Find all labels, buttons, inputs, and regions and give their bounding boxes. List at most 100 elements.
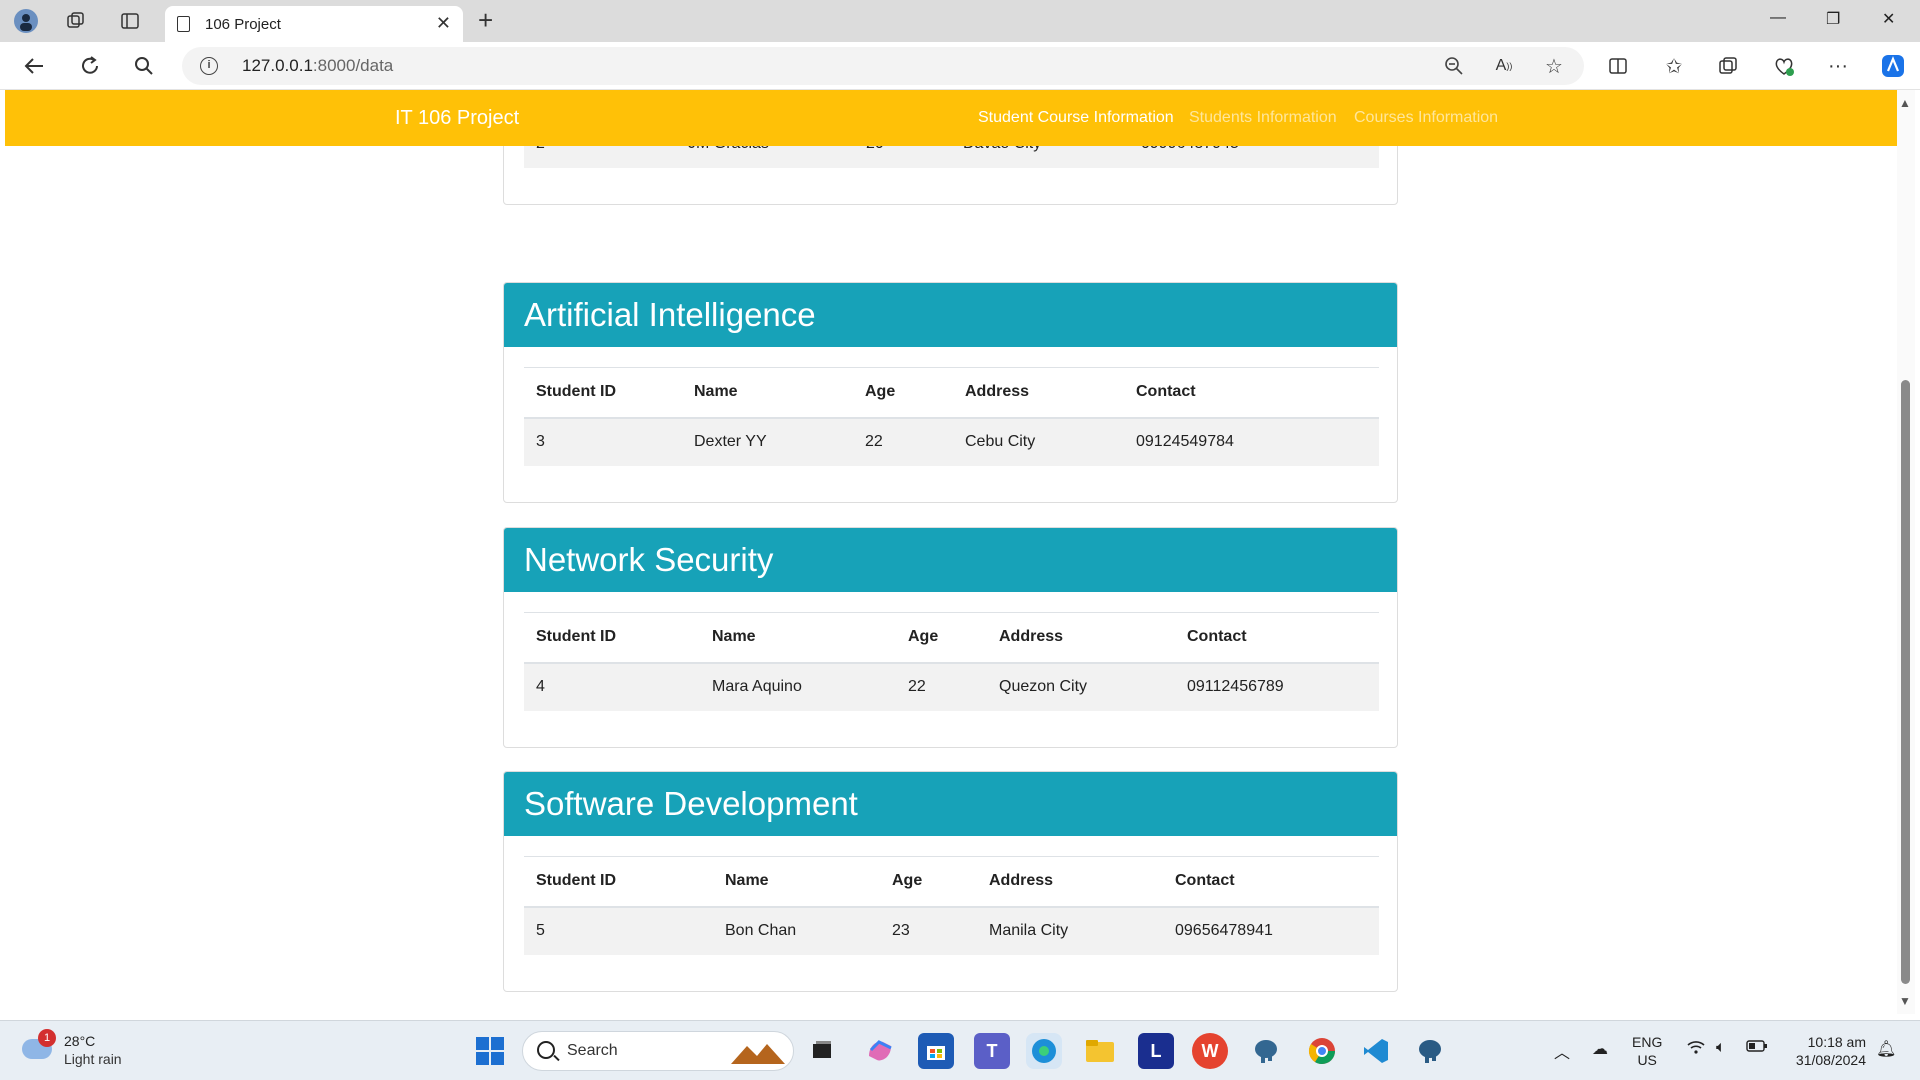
browser-toolbar: i 127.0.0.1:8000/data A)) ☆ ✩ ··· xyxy=(0,42,1920,90)
course-title: Software Development xyxy=(504,772,1397,836)
course-title: Network Security xyxy=(504,528,1397,592)
cell-name: Dexter YY xyxy=(682,417,853,466)
split-screen-icon[interactable] xyxy=(1606,54,1630,78)
favorites-icon[interactable]: ✩ xyxy=(1662,54,1686,78)
language-code: ENG xyxy=(1632,1034,1663,1050)
cell-name: Bon Chan xyxy=(713,906,880,955)
col-header-age: Age xyxy=(880,856,977,908)
start-windows-icon[interactable] xyxy=(472,1033,508,1069)
col-header-name: Name xyxy=(700,612,896,664)
copilot-icon[interactable] xyxy=(1880,54,1904,78)
course-card: Software Development Student ID Name Age… xyxy=(503,771,1398,992)
taskbar: 1 28°C Light rain Search T L W ︿ ☁ ENG U… xyxy=(0,1020,1920,1080)
teams-app-icon[interactable]: T xyxy=(974,1033,1010,1069)
cell-address: Cebu City xyxy=(953,417,1124,466)
copilot-app-icon[interactable] xyxy=(862,1033,898,1069)
nav-link-students-information[interactable]: Students Information xyxy=(1189,109,1337,127)
keyboard-layout: US xyxy=(1637,1052,1657,1068)
input-language[interactable]: ENG US xyxy=(1632,1033,1662,1069)
col-header-age: Age xyxy=(896,612,987,664)
tab-title: 106 Project xyxy=(205,16,281,33)
col-header-address: Address xyxy=(977,856,1163,908)
chrome-app-icon[interactable] xyxy=(1304,1033,1340,1069)
page-scrollbar[interactable]: ▲ ▼ xyxy=(1897,90,1915,1014)
col-header-address: Address xyxy=(953,367,1124,419)
notifications-bell-icon[interactable]: 🔔︎ xyxy=(1876,1039,1896,1059)
col-header-student-id: Student ID xyxy=(524,856,713,908)
store-app-icon[interactable] xyxy=(918,1033,954,1069)
back-arrow-icon[interactable] xyxy=(22,54,46,78)
search-icon[interactable] xyxy=(132,54,156,78)
close-window-icon[interactable]: ✕ xyxy=(1882,9,1895,29)
cell-student-id: 5 xyxy=(524,906,713,955)
col-header-name: Name xyxy=(713,856,880,908)
restore-icon[interactable]: ❐ xyxy=(1826,9,1840,29)
col-header-contact: Contact xyxy=(1163,856,1379,908)
clock-time: 10:18 am xyxy=(1807,1034,1866,1050)
wifi-icon[interactable] xyxy=(1686,1039,1706,1060)
volume-icon[interactable]: 🔈︎ xyxy=(1716,1039,1726,1057)
table-row: 5 Bon Chan 23 Manila City 09656478941 xyxy=(524,906,1379,955)
cell-address: Quezon City xyxy=(987,662,1175,711)
weather-widget[interactable]: 1 28°C Light rain xyxy=(20,1029,160,1073)
site-info-icon[interactable]: i xyxy=(200,57,218,75)
workspaces-icon[interactable] xyxy=(62,8,90,34)
scroll-down-icon[interactable]: ▼ xyxy=(1899,994,1911,1008)
wps-app-icon[interactable]: W xyxy=(1192,1033,1228,1069)
students-table: Student ID Name Age Address Contact 4 Ma… xyxy=(524,612,1379,711)
taskbar-search[interactable]: Search xyxy=(522,1031,794,1071)
postgres-app-icon[interactable] xyxy=(1248,1033,1284,1069)
vscode-app-icon[interactable] xyxy=(1358,1033,1394,1069)
cell-age: 22 xyxy=(853,417,953,466)
col-header-address: Address xyxy=(987,612,1175,664)
browser-tab-strip: 106 Project ✕ + — ❐ ✕ xyxy=(0,0,1920,42)
system-clock[interactable]: 10:18 am 31/08/2024 xyxy=(1780,1033,1866,1069)
cell-student-id: 4 xyxy=(524,662,700,711)
col-header-age: Age xyxy=(853,367,953,419)
close-tab-icon[interactable]: ✕ xyxy=(436,13,451,34)
profile-avatar-icon[interactable] xyxy=(12,8,40,34)
clock-date: 31/08/2024 xyxy=(1795,1052,1866,1068)
col-header-contact: Contact xyxy=(1175,612,1379,664)
more-options-icon[interactable]: ··· xyxy=(1826,54,1850,78)
read-aloud-icon[interactable]: A)) xyxy=(1492,54,1516,78)
show-hidden-icons-chevron-icon[interactable]: ︿ xyxy=(1554,1039,1570,1063)
table-row: 3 Dexter YY 22 Cebu City 09124549784 xyxy=(524,417,1379,466)
browser-essentials-icon[interactable] xyxy=(1772,54,1796,78)
course-title: Artificial Intelligence xyxy=(504,283,1397,347)
weather-condition: Light rain xyxy=(64,1051,122,1067)
site-brand[interactable]: IT 106 Project xyxy=(395,107,519,130)
collections-icon[interactable] xyxy=(1716,54,1740,78)
minimize-icon[interactable]: — xyxy=(1770,9,1786,27)
page-viewport: Student ID Name Age Address Contact 2 JM… xyxy=(5,90,1897,1014)
scroll-up-icon[interactable]: ▲ xyxy=(1899,96,1911,110)
site-navbar: IT 106 Project Student Course Informatio… xyxy=(5,90,1897,146)
nav-link-courses-information[interactable]: Courses Information xyxy=(1354,109,1498,127)
address-bar[interactable]: i 127.0.0.1:8000/data xyxy=(182,47,1584,85)
cell-student-id: 3 xyxy=(524,417,682,466)
pgadmin-app-icon[interactable] xyxy=(1412,1033,1448,1069)
onedrive-cloud-icon[interactable]: ☁ xyxy=(1592,1039,1608,1059)
scrollbar-thumb[interactable] xyxy=(1901,380,1910,984)
weather-temperature: 28°C xyxy=(64,1033,96,1049)
course-card: Artificial Intelligence Student ID Name … xyxy=(503,282,1398,503)
cell-address: Manila City xyxy=(977,906,1163,955)
task-view-icon[interactable] xyxy=(804,1033,840,1069)
file-explorer-icon[interactable] xyxy=(1082,1033,1118,1069)
browser-tab[interactable]: 106 Project ✕ xyxy=(165,6,463,42)
edge-app-icon[interactable] xyxy=(1026,1033,1062,1069)
nav-link-student-course-information[interactable]: Student Course Information xyxy=(978,109,1174,127)
cell-age: 22 xyxy=(896,662,987,711)
cell-contact: 09112456789 xyxy=(1175,662,1379,711)
tab-actions-icon[interactable] xyxy=(116,8,144,34)
favorite-star-icon[interactable]: ☆ xyxy=(1542,54,1566,78)
l-app-icon[interactable]: L xyxy=(1138,1033,1174,1069)
refresh-icon[interactable] xyxy=(78,54,102,78)
battery-icon[interactable] xyxy=(1746,1039,1768,1058)
url-text[interactable]: 127.0.0.1:8000/data xyxy=(242,56,393,76)
students-table: Student ID Name Age Address Contact 5 Bo… xyxy=(524,856,1379,955)
zoom-out-icon[interactable] xyxy=(1442,54,1466,78)
cell-contact: 09124549784 xyxy=(1124,417,1379,466)
new-tab-icon[interactable]: + xyxy=(478,6,493,34)
page-document-icon xyxy=(177,16,190,32)
